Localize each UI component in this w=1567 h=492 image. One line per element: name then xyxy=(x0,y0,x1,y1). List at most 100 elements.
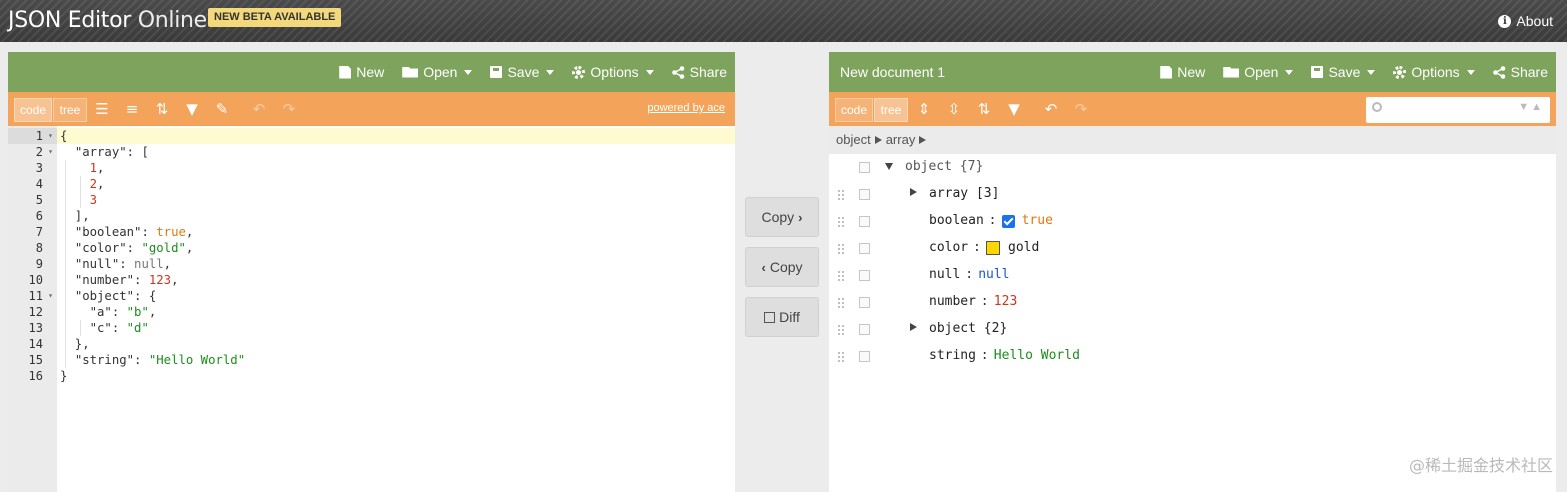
context-menu-icon[interactable] xyxy=(859,243,870,254)
wrench-icon[interactable]: ✎ xyxy=(213,101,231,117)
chevron-down-icon xyxy=(464,69,473,75)
context-menu-icon[interactable] xyxy=(859,270,870,281)
about-link[interactable]: i About xyxy=(1498,13,1553,29)
share-icon xyxy=(671,65,685,79)
indent-guide xyxy=(65,160,66,368)
diff-button[interactable]: Diff xyxy=(745,297,819,337)
collapse-icon[interactable] xyxy=(885,163,893,170)
app-logo[interactable]: JSON Editor Online xyxy=(8,8,207,33)
share-button[interactable]: Share xyxy=(1492,64,1548,80)
format-icon[interactable]: ☰ xyxy=(93,101,111,117)
undo-icon[interactable]: ↶ xyxy=(250,101,268,117)
document-title[interactable]: New document 1 xyxy=(840,64,945,80)
filter-icon[interactable]: ▼ xyxy=(1005,101,1023,117)
context-menu-icon[interactable] xyxy=(859,162,870,173)
tree-field[interactable]: object {2} xyxy=(929,320,1007,338)
sort-icon[interactable]: ⇅ xyxy=(153,101,171,117)
search-input[interactable]: ▼▲ xyxy=(1366,97,1550,123)
tree-value[interactable]: true xyxy=(1022,212,1053,230)
tree-value[interactable]: null xyxy=(978,266,1009,284)
fold-toggle-icon[interactable]: ▾ xyxy=(48,144,53,160)
drag-handle-icon[interactable] xyxy=(837,297,845,309)
sort-icon[interactable]: ⇅ xyxy=(975,101,993,117)
share-label: Share xyxy=(1510,64,1548,80)
beta-badge[interactable]: NEW BETA AVAILABLE xyxy=(208,8,342,27)
tree-row-array[interactable]: array [3] xyxy=(829,181,1556,208)
options-menu[interactable]: Options xyxy=(572,64,654,80)
powered-by-ace-link[interactable]: powered by ace xyxy=(647,102,725,114)
context-menu-icon[interactable] xyxy=(859,297,870,308)
drag-handle-icon[interactable] xyxy=(837,351,845,363)
fold-toggle-icon[interactable]: ▾ xyxy=(48,128,53,144)
tree-separator: : xyxy=(973,240,981,255)
context-menu-icon[interactable] xyxy=(859,189,870,200)
context-menu-icon[interactable] xyxy=(859,351,870,362)
mode-code-button[interactable]: code xyxy=(835,98,873,122)
open-menu[interactable]: Open xyxy=(1223,64,1294,80)
tree-row-number[interactable]: number:123 xyxy=(829,289,1556,316)
line-number: 13 xyxy=(28,321,43,335)
options-menu[interactable]: Options xyxy=(1393,64,1475,80)
save-menu[interactable]: Save xyxy=(490,64,555,80)
expand-icon[interactable] xyxy=(910,323,917,331)
fold-toggle-icon[interactable]: ▾ xyxy=(48,288,53,304)
color-swatch[interactable] xyxy=(986,241,1000,255)
tree-row-color[interactable]: color: gold xyxy=(829,235,1556,262)
new-button[interactable]: New xyxy=(339,64,384,80)
tree-field[interactable]: number xyxy=(929,293,976,311)
tree-row-string[interactable]: string: Hello World xyxy=(829,343,1556,370)
new-button[interactable]: New xyxy=(1160,64,1205,80)
tree-value[interactable]: Hello World xyxy=(994,347,1080,365)
tree-field[interactable]: color xyxy=(929,239,968,257)
tree-row-object[interactable]: object {2} xyxy=(829,316,1556,343)
tree-row-root[interactable]: object {7} xyxy=(829,154,1556,181)
chevron-down-icon xyxy=(1466,69,1475,75)
copy-left-button[interactable]: ‹ Copy xyxy=(745,247,819,287)
breadcrumb-item-array[interactable]: array xyxy=(886,132,916,147)
save-menu[interactable]: Save xyxy=(1311,64,1376,80)
app-header: JSON Editor Online NEW BETA AVAILABLE i … xyxy=(0,0,1567,42)
breadcrumb-separator-icon xyxy=(919,136,927,144)
drag-handle-icon[interactable] xyxy=(837,216,845,228)
breadcrumb-item-object[interactable]: object xyxy=(836,132,871,147)
context-menu-icon[interactable] xyxy=(859,216,870,227)
tree-separator: : xyxy=(965,267,974,282)
tree-field[interactable]: null xyxy=(929,266,960,284)
tree-row-null[interactable]: null: null xyxy=(829,262,1556,289)
line-number: 11 ▾ xyxy=(28,288,53,304)
tree-root-field: object {7} xyxy=(905,159,984,174)
open-menu[interactable]: Open xyxy=(402,64,473,80)
code-editor[interactable]: { "array": [ 1, 2, 3 ], "boolean": true,… xyxy=(57,126,735,492)
drag-handle-icon[interactable] xyxy=(837,270,845,282)
compact-icon[interactable]: ≡ xyxy=(123,101,141,117)
mode-code-button[interactable]: code xyxy=(14,98,52,122)
mode-tree-button[interactable]: tree xyxy=(874,98,908,122)
breadcrumb-separator-icon xyxy=(874,136,882,144)
tree-field[interactable]: array [3] xyxy=(929,185,999,203)
mode-tree-button[interactable]: tree xyxy=(53,98,87,122)
tree-field[interactable]: boolean xyxy=(929,212,984,230)
expand-icon[interactable] xyxy=(910,188,917,196)
tree-value[interactable]: 123 xyxy=(994,293,1017,311)
search-nav-icon[interactable]: ▼▲ xyxy=(1518,101,1544,113)
tree-row-boolean[interactable]: boolean: true xyxy=(829,208,1556,235)
boolean-checkbox[interactable] xyxy=(1001,215,1015,228)
undo-icon[interactable]: ↶ xyxy=(1042,101,1060,117)
share-button[interactable]: Share xyxy=(671,64,727,80)
tree-separator: : xyxy=(980,294,989,309)
expand-all-icon[interactable]: ⇕ xyxy=(915,101,933,117)
context-menu-icon[interactable] xyxy=(859,324,870,335)
drag-handle-icon[interactable] xyxy=(837,243,845,255)
copy-right-button[interactable]: Copy › xyxy=(745,197,819,237)
drag-handle-icon[interactable] xyxy=(837,324,845,336)
line-number: 14 xyxy=(28,337,43,351)
drag-handle-icon[interactable] xyxy=(837,189,845,201)
tree-value[interactable]: gold xyxy=(1008,239,1039,257)
tree-field[interactable]: string xyxy=(929,347,976,365)
line-number: 9 xyxy=(35,257,43,271)
gear-icon xyxy=(1393,65,1407,79)
redo-icon[interactable]: ↷ xyxy=(1072,101,1090,117)
redo-icon[interactable]: ↷ xyxy=(280,101,298,117)
collapse-all-icon[interactable]: ⇳ xyxy=(945,101,963,117)
filter-icon[interactable]: ▼ xyxy=(183,101,201,117)
